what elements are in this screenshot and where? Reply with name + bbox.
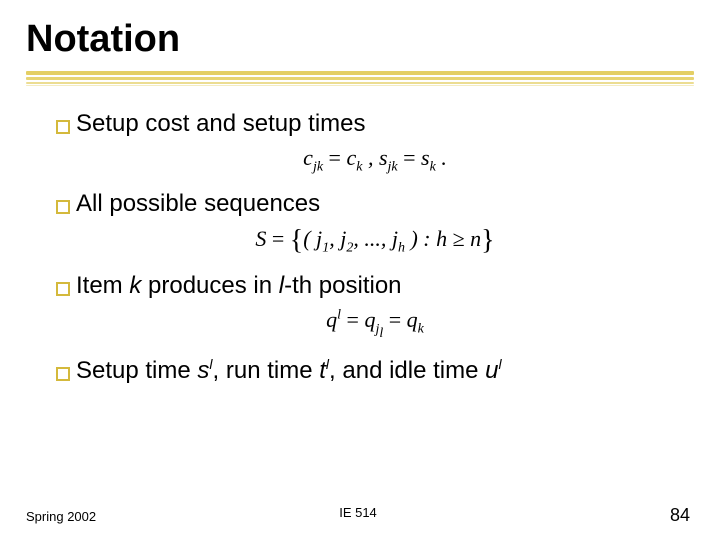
bullet-group-2: All possible sequences S = {( j1, j2, ..… [56,189,694,257]
bullet-4: Setup time sl, run time tl, and idle tim… [56,356,694,386]
var-u: ul [485,357,501,384]
content-area: Setup cost and setup times cjk = ck , sj… [26,109,694,386]
var-k: k [129,272,141,299]
bullet-2: All possible sequences [56,189,694,219]
bullet-group-1: Setup cost and setup times cjk = ck , sj… [56,109,694,175]
formula-2: S = {( j1, j2, ..., jh ) : h ≥ n} [56,225,694,257]
text-frag: produces in [141,272,278,299]
bullet-1: Setup cost and setup times [56,109,694,139]
sup: l [498,356,501,372]
title-underline [26,65,694,87]
footer: Spring 2002 IE 514 84 [26,505,690,526]
bullet-text: Setup cost and setup times [76,109,366,139]
char: s [197,357,209,384]
formula-3: ql = qjl = qk [56,307,694,341]
text-frag: , run time [213,357,320,384]
char: u [485,357,498,384]
bullet-text: All possible sequences [76,189,320,219]
box-bullet-icon [56,282,70,296]
box-bullet-icon [56,200,70,214]
var-s: sl [197,357,212,384]
bullet-text: Item k produces in l-th position [76,271,402,301]
box-bullet-icon [56,367,70,381]
bullet-group-4: Setup time sl, run time tl, and idle tim… [56,356,694,386]
bullet-group-3: Item k produces in l-th position ql = qj… [56,271,694,341]
page-title: Notation [26,18,694,61]
bullet-3: Item k produces in l-th position [56,271,694,301]
text-frag: -th position [284,272,401,299]
text-frag: Item [76,272,129,299]
box-bullet-icon [56,120,70,134]
text-frag: Setup time [76,357,197,384]
char: t [319,357,326,384]
formula-1: cjk = ck , sjk = sk . [56,145,694,175]
text-frag: , and idle time [329,357,485,384]
bullet-text: Setup time sl, run time tl, and idle tim… [76,356,502,386]
slide: Notation Setup cost and setup times cjk … [0,0,720,540]
var-t: tl [319,357,329,384]
footer-center: IE 514 [26,505,690,520]
